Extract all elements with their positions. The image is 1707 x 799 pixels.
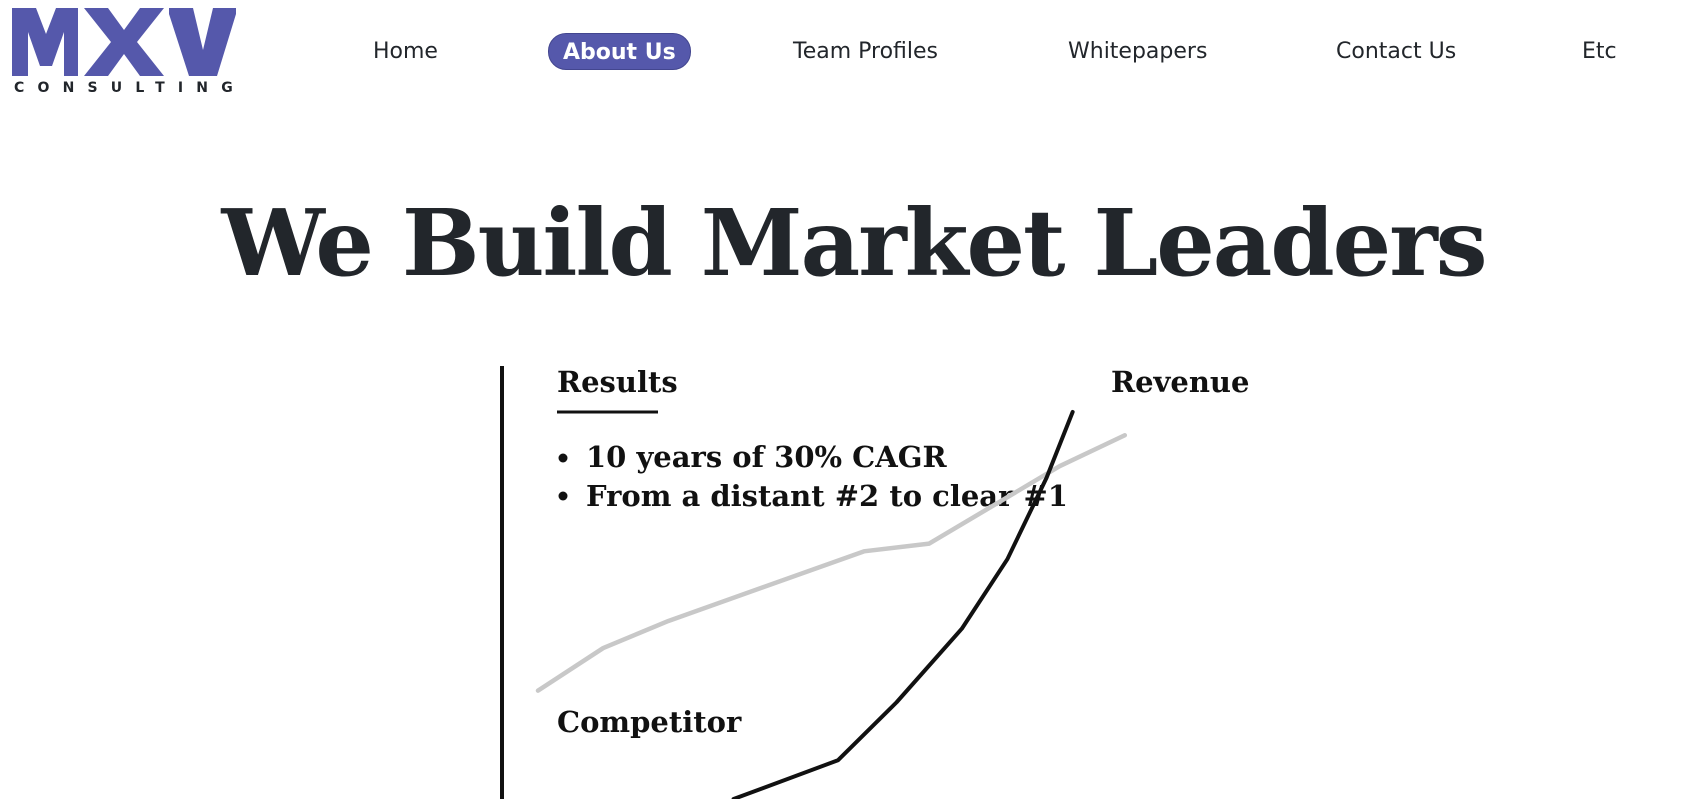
mxv-logo-mark [12, 8, 236, 76]
hero-title: We Build Market Leaders [221, 189, 1488, 297]
chart-bullet-1: 10 years of 30% CAGR [586, 440, 948, 474]
chart-bullet-2: From a distant #2 to clear #1 [586, 479, 1068, 513]
nav-etc[interactable]: Etc [1568, 33, 1631, 70]
nav-team-profiles[interactable]: Team Profiles [779, 33, 952, 70]
nav-home[interactable]: Home [359, 33, 452, 70]
results-chart: Results 10 years of 30% CAGR From a dist… [500, 365, 1249, 799]
series-label-revenue: Revenue [1111, 365, 1249, 399]
bullet-dot [558, 453, 568, 463]
brand-logo[interactable]: CONSULTING [12, 8, 236, 98]
nav-about-us[interactable]: About Us [548, 33, 691, 70]
series-label-competitor: Competitor [557, 705, 742, 739]
site-header: CONSULTING Home About Us Team Profiles W… [0, 0, 1707, 110]
nav-whitepapers[interactable]: Whitepapers [1054, 33, 1221, 70]
brand-tagline: CONSULTING [14, 80, 246, 96]
bullet-dot [558, 491, 568, 501]
chart-title: Results [557, 365, 678, 399]
nav-contact-us[interactable]: Contact Us [1322, 33, 1470, 70]
